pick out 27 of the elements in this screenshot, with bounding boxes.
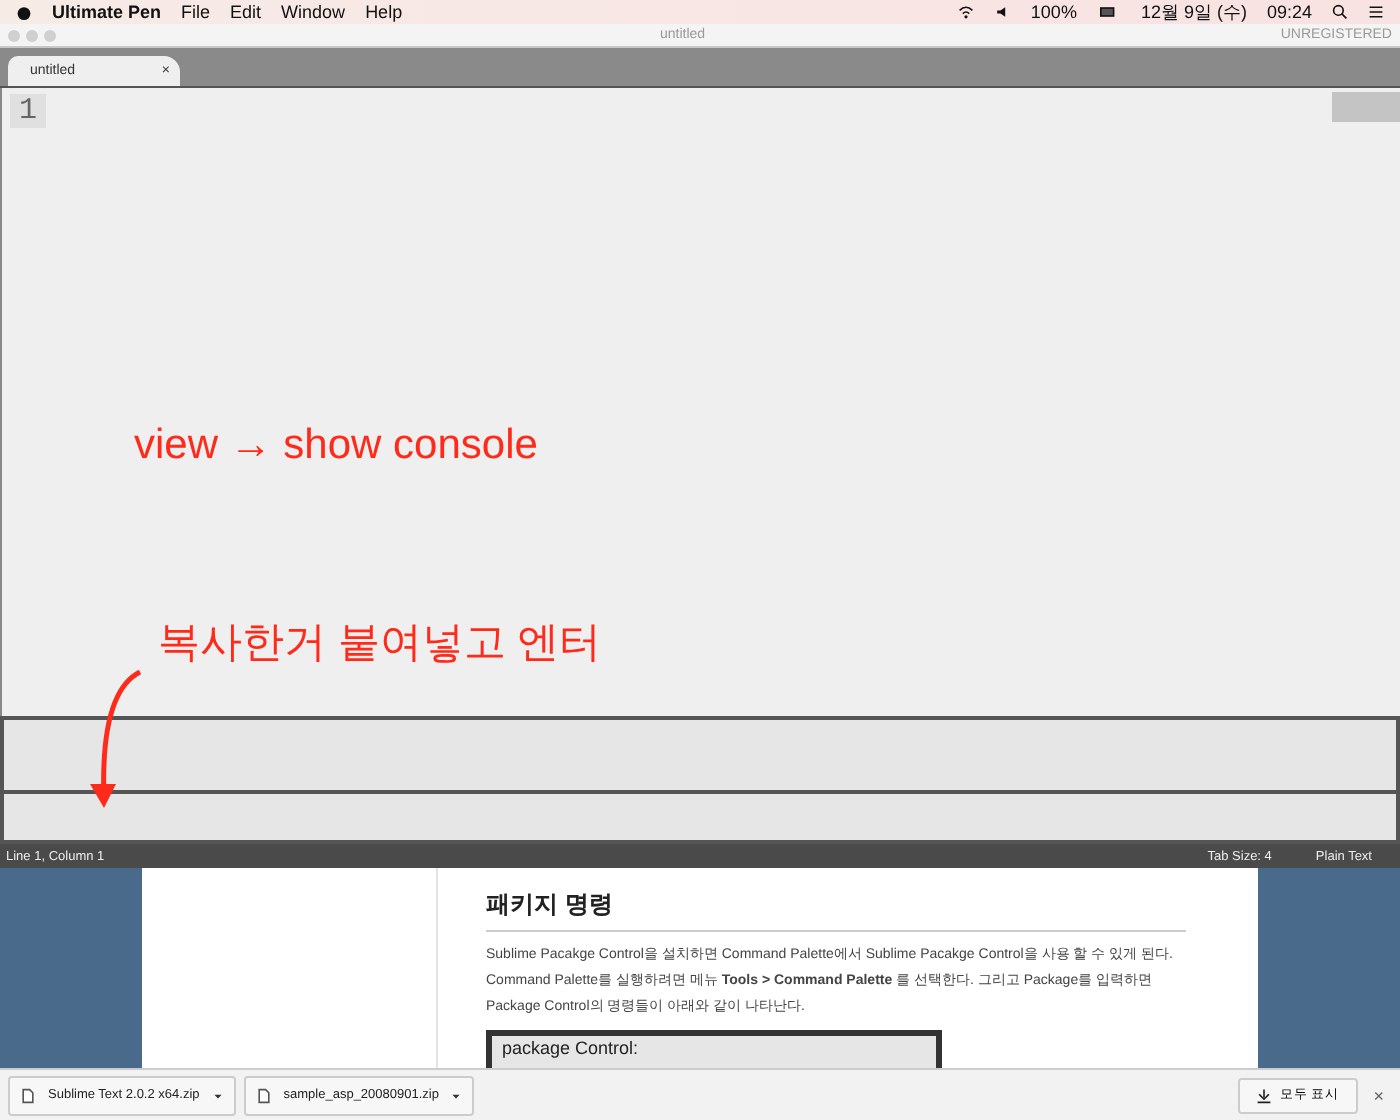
speaker-icon[interactable] [994, 4, 1011, 20]
list-icon[interactable] [1368, 4, 1384, 20]
menu-item[interactable]: Edit [230, 2, 262, 22]
app-name[interactable]: Ultimate Pen [52, 2, 162, 22]
line-number: 1 [10, 94, 45, 128]
caret-icon [450, 1089, 463, 1101]
menu-item[interactable]: File [181, 2, 211, 22]
embedded-screenshot: package Control: [486, 1030, 942, 1068]
menu-item[interactable]: Window [281, 2, 346, 22]
close-button[interactable]: × [1365, 1085, 1392, 1105]
menu-item[interactable]: Help [365, 2, 403, 22]
editor-area[interactable]: 1 view → show console 복사한거 붙여넣고 엔터 [0, 88, 1400, 716]
menu-time: 09:24 [1266, 2, 1312, 22]
search-icon[interactable] [1332, 4, 1348, 20]
apple-icon [16, 4, 32, 20]
wifi-icon[interactable] [958, 4, 975, 20]
file-icon [255, 1087, 272, 1103]
annotation-text: view → show console [134, 422, 538, 470]
console-input[interactable] [0, 794, 1400, 844]
file-icon [20, 1087, 36, 1103]
annotation-arrow [90, 669, 142, 808]
caret-icon [211, 1089, 224, 1101]
section-heading: 패키지 명령 [486, 888, 1186, 932]
download-icon [1255, 1087, 1272, 1103]
battery-percent: 100% [1030, 2, 1077, 22]
menu-date: 12월 9일 (수) [1140, 0, 1247, 25]
annotation-text: 복사한거 붙여넣고 엔터 [158, 618, 602, 670]
